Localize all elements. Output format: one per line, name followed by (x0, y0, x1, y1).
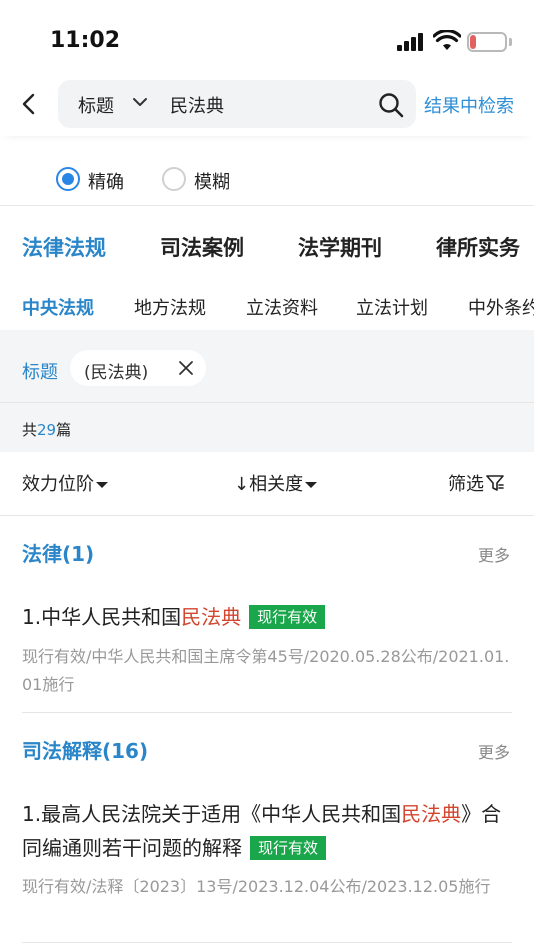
wifi-icon (433, 30, 461, 50)
subtab-treaties[interactable]: 中外条约 (468, 294, 534, 320)
radio-exact-label[interactable]: 精确 (88, 168, 124, 194)
status-time: 11:02 (50, 28, 121, 53)
search-header: 标题 民法典 结果中检索 (0, 80, 534, 136)
radio-fuzzy-label[interactable]: 模糊 (194, 168, 230, 194)
back-icon[interactable] (18, 92, 42, 116)
match-mode: 精确 模糊 (0, 156, 534, 206)
battery-percent: 17 (477, 34, 497, 50)
result-meta: 现行有效/法释〔2023〕13号/2023.12.04公布/2023.12.05… (22, 877, 491, 896)
divider (22, 712, 512, 713)
section-header-judicial-interpretations: 司法解释(16) (22, 739, 149, 763)
sub-tabs: 中央法规 地方法规 立法资料 立法计划 中外条约 (0, 280, 534, 330)
result-meta: 现行有效/中华人民共和国主席令第45号/2020.05.28公布/2021.01… (22, 647, 510, 694)
status-badge: 现行有效 (250, 836, 327, 860)
search-field-type[interactable]: 标题 (78, 92, 114, 118)
status-bar: 11:02 17 (0, 0, 534, 80)
filter-label: 标题 (22, 362, 58, 383)
battery-icon: 17 (467, 32, 507, 52)
divider (22, 942, 512, 943)
caret-down-icon (305, 482, 318, 488)
sort-effect-level[interactable]: 效力位阶 (22, 470, 108, 496)
result-count: 共29篇 (22, 421, 72, 439)
result-count-number: 29 (37, 421, 57, 439)
search-input[interactable]: 民法典 (170, 92, 224, 118)
tab-laws-regulations[interactable]: 法律法规 (22, 232, 106, 262)
radio-exact[interactable] (56, 167, 80, 191)
close-icon[interactable] (178, 360, 194, 376)
tab-law-journals[interactable]: 法学期刊 (298, 232, 382, 262)
tab-judicial-cases[interactable]: 司法案例 (160, 232, 244, 262)
search-box[interactable]: 标题 民法典 (58, 80, 416, 128)
chevron-down-icon[interactable] (132, 96, 148, 108)
subtab-legislative-plans[interactable]: 立法计划 (356, 294, 428, 320)
search-in-results-button[interactable]: 结果中检索 (424, 92, 514, 118)
subtab-legislative-materials[interactable]: 立法资料 (246, 294, 318, 320)
category-tabs: 法律法规 司法案例 法学期刊 律所实务 (0, 218, 534, 274)
filter-chip[interactable]: (民法典) (70, 350, 206, 386)
sort-relevance[interactable]: ↓相关度 (234, 470, 318, 496)
filter-icon (486, 475, 504, 491)
tab-law-firm-practice[interactable]: 律所实务 (436, 232, 520, 262)
more-link-laws[interactable]: 更多 (478, 542, 510, 566)
radio-fuzzy[interactable] (162, 167, 186, 191)
section-header-laws: 法律(1) (22, 542, 95, 566)
status-badge: 现行有效 (249, 605, 326, 629)
filter-button[interactable]: 筛选 (448, 470, 504, 496)
result-title[interactable]: 1.最高人民法院关于适用《中华人民共和国民法典》合同编通则若干问题的解释 现行有效 (22, 797, 502, 865)
subtab-central-regulations[interactable]: 中央法规 (22, 294, 94, 320)
more-link-judicial-interpretations[interactable]: 更多 (478, 739, 510, 763)
divider (0, 402, 534, 403)
battery-tip (509, 38, 512, 46)
filter-chip-text: (民法典) (84, 363, 149, 383)
caret-down-icon (96, 482, 108, 488)
sort-bar: 效力位阶 ↓相关度 筛选 (0, 452, 534, 516)
subtab-local-regulations[interactable]: 地方法规 (134, 294, 206, 320)
search-icon[interactable] (378, 92, 404, 118)
active-filter-area: 标题 (民法典) 共29篇 (0, 330, 534, 452)
cellular-signal-icon (397, 33, 425, 51)
result-title[interactable]: 1.中华人民共和国民法典 现行有效 (22, 600, 502, 634)
